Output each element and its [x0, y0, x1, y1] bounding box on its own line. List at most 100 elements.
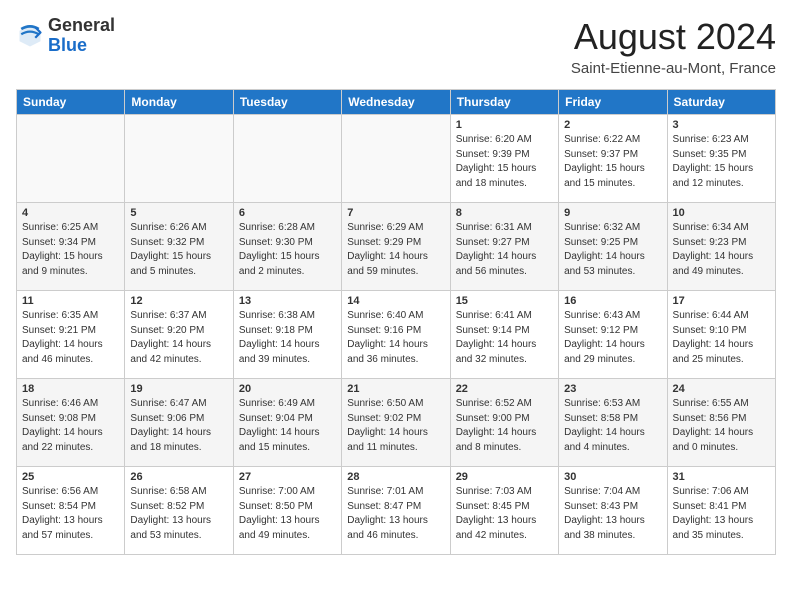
- calendar-cell: 30 Sunrise: 7:04 AM Sunset: 8:43 PM Dayli…: [559, 467, 667, 555]
- cell-data: Sunrise: 6:52 AM Sunset: 9:00 PM Dayligh…: [456, 397, 553, 455]
- calendar-cell: 15 Sunrise: 6:41 AM Sunset: 9:14 PM Dayli…: [450, 291, 558, 379]
- cell-data: Sunrise: 6:34 AM Sunset: 9:23 PM Dayligh…: [673, 221, 770, 279]
- day-number: 22: [456, 383, 553, 395]
- logo-blue: Blue: [48, 36, 115, 56]
- day-number: 6: [239, 207, 336, 219]
- calendar-cell: 4 Sunrise: 6:25 AM Sunset: 9:34 PM Daylig…: [17, 203, 125, 291]
- day-header-saturday: Saturday: [667, 90, 775, 115]
- logo: General Blue: [16, 16, 115, 56]
- calendar-cell: 7 Sunrise: 6:29 AM Sunset: 9:29 PM Daylig…: [342, 203, 450, 291]
- cell-data: Sunrise: 6:28 AM Sunset: 9:30 PM Dayligh…: [239, 221, 336, 279]
- day-number: 14: [347, 295, 444, 307]
- day-number: 13: [239, 295, 336, 307]
- cell-data: Sunrise: 6:38 AM Sunset: 9:18 PM Dayligh…: [239, 309, 336, 367]
- day-number: 9: [564, 207, 661, 219]
- cell-data: Sunrise: 6:43 AM Sunset: 9:12 PM Dayligh…: [564, 309, 661, 367]
- day-number: 25: [22, 471, 119, 483]
- day-number: 1: [456, 119, 553, 131]
- calendar-week-4: 18 Sunrise: 6:46 AM Sunset: 9:08 PM Dayli…: [17, 379, 776, 467]
- calendar-cell: 20 Sunrise: 6:49 AM Sunset: 9:04 PM Dayli…: [233, 379, 341, 467]
- calendar-cell: 21Sunrise: 6:50 AM Sunset: 9:02 PM Dayli…: [342, 379, 450, 467]
- day-number: 12: [130, 295, 227, 307]
- day-number: 24: [673, 383, 770, 395]
- day-number: 3: [673, 119, 770, 131]
- cell-data: Sunrise: 6:22 AM Sunset: 9:37 PM Dayligh…: [564, 133, 661, 191]
- month-title: August 2024: [571, 16, 776, 58]
- cell-data: Sunrise: 6:37 AM Sunset: 9:20 PM Dayligh…: [130, 309, 227, 367]
- calendar-cell: 16 Sunrise: 6:43 AM Sunset: 9:12 PM Dayli…: [559, 291, 667, 379]
- day-number: 16: [564, 295, 661, 307]
- cell-data: Sunrise: 6:25 AM Sunset: 9:34 PM Dayligh…: [22, 221, 119, 279]
- calendar-week-5: 25 Sunrise: 6:56 AM Sunset: 8:54 PM Dayli…: [17, 467, 776, 555]
- calendar-cell: 12 Sunrise: 6:37 AM Sunset: 9:20 PM Dayli…: [125, 291, 233, 379]
- day-header-friday: Friday: [559, 90, 667, 115]
- calendar-header-row: SundayMondayTuesdayWednesdayThursdayFrid…: [17, 90, 776, 115]
- calendar-cell: [233, 115, 341, 203]
- day-number: 29: [456, 471, 553, 483]
- calendar-cell: 8 Sunrise: 6:31 AM Sunset: 9:27 PM Daylig…: [450, 203, 558, 291]
- location: Saint-Etienne-au-Mont, France: [571, 60, 776, 77]
- calendar-cell: 10 Sunrise: 6:34 AM Sunset: 9:23 PM Dayli…: [667, 203, 775, 291]
- calendar-cell: 17 Sunrise: 6:44 AM Sunset: 9:10 PM Dayli…: [667, 291, 775, 379]
- calendar-cell: 22 Sunrise: 6:52 AM Sunset: 9:00 PM Dayli…: [450, 379, 558, 467]
- cell-data: Sunrise: 7:06 AM Sunset: 8:41 PM Dayligh…: [673, 485, 770, 543]
- cell-data: Sunrise: 6:31 AM Sunset: 9:27 PM Dayligh…: [456, 221, 553, 279]
- day-number: 26: [130, 471, 227, 483]
- cell-data: Sunrise: 6:44 AM Sunset: 9:10 PM Dayligh…: [673, 309, 770, 367]
- cell-data: Sunrise: 6:53 AM Sunset: 8:58 PM Dayligh…: [564, 397, 661, 455]
- day-number: 18: [22, 383, 119, 395]
- cell-data: Sunrise: 6:55 AM Sunset: 8:56 PM Dayligh…: [673, 397, 770, 455]
- day-number: 4: [22, 207, 119, 219]
- day-header-wednesday: Wednesday: [342, 90, 450, 115]
- calendar-cell: 18 Sunrise: 6:46 AM Sunset: 9:08 PM Dayli…: [17, 379, 125, 467]
- calendar-cell: 23 Sunrise: 6:53 AM Sunset: 8:58 PM Dayli…: [559, 379, 667, 467]
- cell-data: Sunrise: 6:49 AM Sunset: 9:04 PM Dayligh…: [239, 397, 336, 455]
- calendar-cell: 24 Sunrise: 6:55 AM Sunset: 8:56 PM Dayli…: [667, 379, 775, 467]
- calendar-cell: 9 Sunrise: 6:32 AM Sunset: 9:25 PM Daylig…: [559, 203, 667, 291]
- cell-data: Sunrise: 6:23 AM Sunset: 9:35 PM Dayligh…: [673, 133, 770, 191]
- day-number: 27: [239, 471, 336, 483]
- cell-data: Sunrise: 6:56 AM Sunset: 8:54 PM Dayligh…: [22, 485, 119, 543]
- day-number: 23: [564, 383, 661, 395]
- day-number: 2: [564, 119, 661, 131]
- day-number: 5: [130, 207, 227, 219]
- calendar-cell: 5 Sunrise: 6:26 AM Sunset: 9:32 PM Daylig…: [125, 203, 233, 291]
- cell-data: Sunrise: 7:00 AM Sunset: 8:50 PM Dayligh…: [239, 485, 336, 543]
- cell-data: Sunrise: 6:29 AM Sunset: 9:29 PM Dayligh…: [347, 221, 444, 279]
- calendar-cell: 3 Sunrise: 6:23 AM Sunset: 9:35 PM Daylig…: [667, 115, 775, 203]
- cell-data: Sunrise: 6:32 AM Sunset: 9:25 PM Dayligh…: [564, 221, 661, 279]
- cell-data: Sunrise: 7:04 AM Sunset: 8:43 PM Dayligh…: [564, 485, 661, 543]
- day-number: 31: [673, 471, 770, 483]
- cell-data: Sunrise: 6:40 AM Sunset: 9:16 PM Dayligh…: [347, 309, 444, 367]
- day-number: 21: [347, 383, 444, 395]
- day-header-tuesday: Tuesday: [233, 90, 341, 115]
- calendar-week-3: 11Sunrise: 6:35 AM Sunset: 9:21 PM Dayli…: [17, 291, 776, 379]
- calendar-cell: 13 Sunrise: 6:38 AM Sunset: 9:18 PM Dayli…: [233, 291, 341, 379]
- calendar-cell: 26Sunrise: 6:58 AM Sunset: 8:52 PM Dayli…: [125, 467, 233, 555]
- day-header-sunday: Sunday: [17, 90, 125, 115]
- day-number: 30: [564, 471, 661, 483]
- day-number: 15: [456, 295, 553, 307]
- calendar-cell: 1Sunrise: 6:20 AM Sunset: 9:39 PM Daylig…: [450, 115, 558, 203]
- day-number: 17: [673, 295, 770, 307]
- calendar-cell: [125, 115, 233, 203]
- logo-general: General: [48, 16, 115, 36]
- day-number: 8: [456, 207, 553, 219]
- calendar-week-2: 4 Sunrise: 6:25 AM Sunset: 9:34 PM Daylig…: [17, 203, 776, 291]
- day-number: 10: [673, 207, 770, 219]
- calendar-cell: 27 Sunrise: 7:00 AM Sunset: 8:50 PM Dayli…: [233, 467, 341, 555]
- cell-data: Sunrise: 6:41 AM Sunset: 9:14 PM Dayligh…: [456, 309, 553, 367]
- day-number: 7: [347, 207, 444, 219]
- calendar-cell: 25 Sunrise: 6:56 AM Sunset: 8:54 PM Dayli…: [17, 467, 125, 555]
- logo-text: General Blue: [48, 16, 115, 56]
- day-number: 19: [130, 383, 227, 395]
- calendar-cell: 2 Sunrise: 6:22 AM Sunset: 9:37 PM Daylig…: [559, 115, 667, 203]
- calendar-cell: [342, 115, 450, 203]
- calendar-cell: 11Sunrise: 6:35 AM Sunset: 9:21 PM Dayli…: [17, 291, 125, 379]
- day-number: 20: [239, 383, 336, 395]
- cell-data: Sunrise: 6:26 AM Sunset: 9:32 PM Dayligh…: [130, 221, 227, 279]
- cell-data: Sunrise: 7:01 AM Sunset: 8:47 PM Dayligh…: [347, 485, 444, 543]
- calendar-cell: 14 Sunrise: 6:40 AM Sunset: 9:16 PM Dayli…: [342, 291, 450, 379]
- cell-data: Sunrise: 6:46 AM Sunset: 9:08 PM Dayligh…: [22, 397, 119, 455]
- calendar-table: SundayMondayTuesdayWednesdayThursdayFrid…: [16, 89, 776, 555]
